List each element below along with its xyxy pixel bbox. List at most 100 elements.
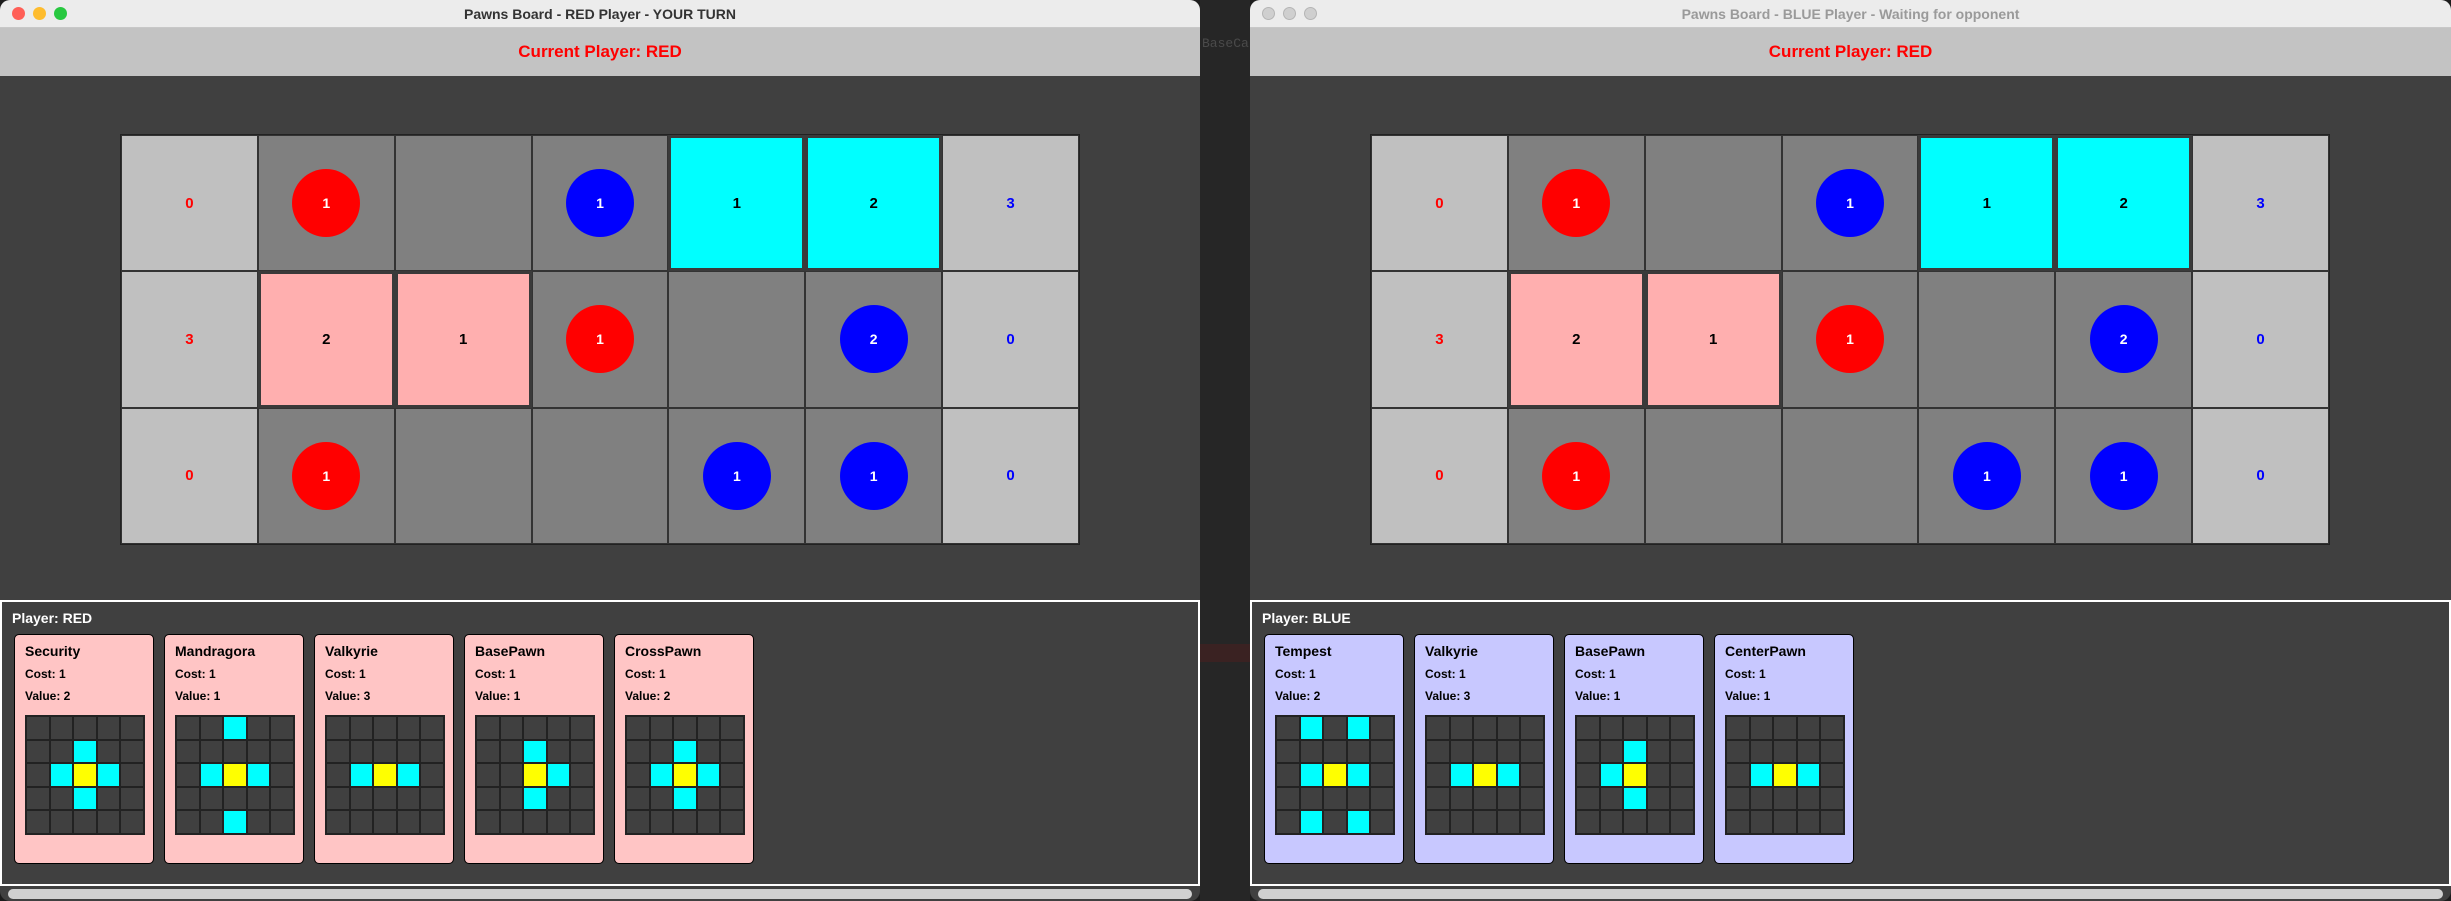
board-cell[interactable]: 1 [1918,407,2056,544]
board-cell[interactable]: 1 [805,407,943,544]
close-button[interactable] [12,7,25,20]
horizontal-scrollbar[interactable] [1258,889,2443,899]
board-cell[interactable]: 1 [531,135,669,272]
red-placed-card[interactable]: 2 [1507,271,1645,408]
hand-card[interactable]: BasePawn Cost: 1 Value: 1 [464,634,604,864]
blue-placed-card[interactable]: 1 [1918,135,2056,272]
board-cell[interactable] [394,407,532,544]
grid-cell [1670,716,1694,740]
grid-cell [499,810,524,834]
board-cell[interactable]: 2 [2055,271,2193,408]
influence-grid [1575,715,1695,835]
board-cell[interactable]: 2 [805,271,943,408]
grid-cell [1646,810,1671,834]
influence-cell [96,763,121,787]
blue-placed-card[interactable]: 2 [2055,135,2193,272]
card-value: Value: 3 [1425,689,1471,703]
minimize-button[interactable] [33,7,46,20]
grid-cell [270,810,294,834]
window-title: Pawns Board - BLUE Player - Waiting for … [1681,6,2020,22]
board-cell[interactable]: 1 [1507,407,1645,544]
influence-grid [1275,715,1395,835]
grid-cell [420,739,444,764]
hand-card[interactable]: CrossPawn Cost: 1 Value: 2 [614,634,754,864]
influence-cell [1346,763,1371,787]
board-cell[interactable] [1918,271,2056,408]
red-placed-card[interactable]: 1 [394,271,532,408]
board-cell[interactable] [531,407,669,544]
influence-cell [223,810,247,834]
maximize-button[interactable] [1304,7,1317,20]
red-placed-card[interactable]: 1 [1644,271,1782,408]
board-cell[interactable]: 1 [1781,135,1919,272]
board-cell[interactable]: 1 [1507,135,1645,272]
grid-cell [499,763,524,787]
influence-grid [25,715,145,835]
grid-cell [199,716,224,740]
blue-placed-card[interactable]: 2 [805,135,943,272]
influence-grid [325,715,445,835]
blue-placed-card[interactable]: 1 [668,135,806,272]
hand-card[interactable]: BasePawn Cost: 1 Value: 1 [1564,634,1704,864]
grid-cell [1820,716,1844,740]
grid-cell [1726,763,1750,787]
current-player-label: Current Player: RED [0,28,1200,76]
blue-window-titlebar[interactable]: Pawns Board - BLUE Player - Waiting for … [1250,0,2451,28]
board-cell[interactable]: 1 [2055,407,2193,544]
grid-cell [246,716,271,740]
card-origin-cell [1623,763,1647,787]
hand-card[interactable]: CenterPawn Cost: 1 Value: 1 [1714,634,1854,864]
grid-cell [120,763,144,787]
grid-cell [1520,739,1544,764]
card-name: Mandragora [175,643,256,659]
board-cell[interactable]: 1 [257,135,395,272]
board-cell[interactable] [668,271,806,408]
hand-card[interactable]: Valkyrie Cost: 1 Value: 3 [1414,634,1554,864]
grid-cell [396,810,421,834]
grid-cell [626,763,650,787]
card-origin-cell [1773,763,1797,787]
blue-pawn: 2 [839,305,908,374]
board-cell[interactable]: 1 [531,271,669,408]
grid-cell [1726,810,1750,834]
hand-card[interactable]: Tempest Cost: 1 Value: 2 [1264,634,1404,864]
influence-grid [1725,715,1845,835]
close-button[interactable] [1262,7,1275,20]
grid-cell [1276,810,1300,834]
board-cell[interactable]: 1 [257,407,395,544]
board-cell[interactable]: 1 [1781,271,1919,408]
hand-card[interactable]: Valkyrie Cost: 1 Value: 3 [314,634,454,864]
horizontal-scrollbar[interactable] [8,889,1192,899]
grid-cell [120,810,144,834]
card-origin-cell [1323,763,1347,787]
maximize-button[interactable] [54,7,67,20]
minimize-button[interactable] [1283,7,1296,20]
grid-cell [349,810,374,834]
influence-grid [475,715,595,835]
red-row-score: 0 [1371,135,1508,272]
blue-row-score: 0 [942,271,1079,408]
grid-cell [1796,716,1821,740]
grid-cell [1773,716,1797,740]
grid-cell [1346,786,1371,811]
board-cell[interactable] [394,135,532,272]
card-cost: Cost: 1 [325,667,366,681]
board-cell[interactable] [1644,407,1782,544]
board-cell[interactable] [1781,407,1919,544]
hand-card[interactable]: Security Cost: 1 Value: 2 [14,634,154,864]
grid-cell [270,716,294,740]
card-origin-cell [73,763,97,787]
grid-cell [199,810,224,834]
board-cell[interactable]: 1 [668,407,806,544]
hand-card[interactable]: Mandragora Cost: 1 Value: 1 [164,634,304,864]
red-window-titlebar[interactable]: Pawns Board - RED Player - YOUR TURN [0,0,1200,28]
card-origin-cell [673,763,697,787]
influence-cell [49,763,74,787]
grid-cell [1646,716,1671,740]
grid-cell [1426,786,1450,811]
grid-cell [1323,716,1347,740]
card-name: Security [25,643,81,659]
red-placed-card[interactable]: 2 [257,271,395,408]
board-cell[interactable] [1644,135,1782,272]
grid-cell [176,763,200,787]
